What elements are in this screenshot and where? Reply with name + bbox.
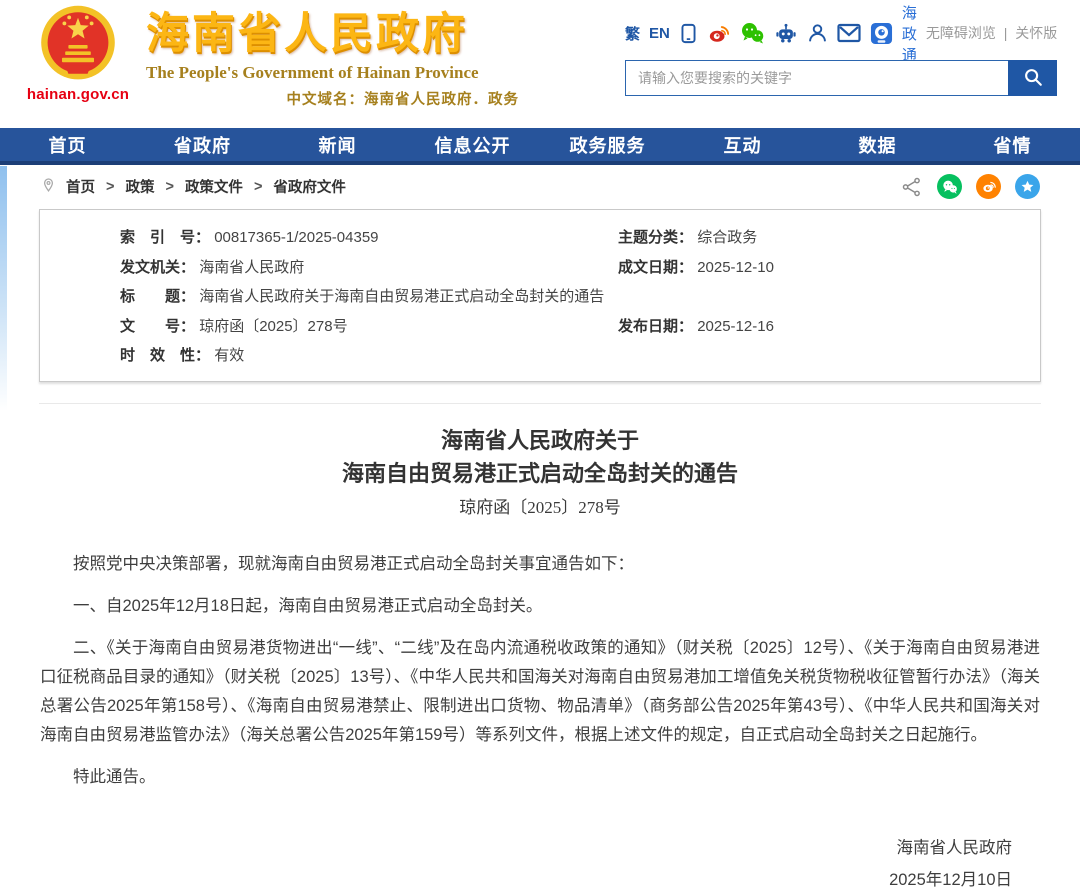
nav-item-gov-services[interactable]: 政务服务 (540, 132, 675, 158)
meta-label: 标 题： (120, 288, 196, 305)
accessibility-browse-link[interactable]: 无障碍浏览 (926, 25, 996, 41)
site-title-block: 海南省人民政府 The People's Government of Haina… (146, 10, 521, 109)
qzone-share-icon[interactable] (1015, 174, 1040, 199)
meta-label: 主题分类： (618, 229, 694, 246)
meta-label: 发布日期： (618, 317, 694, 335)
breadcrumb-item-policy[interactable]: 政策 (125, 176, 154, 197)
signature-date: 2025年12月10日 (889, 870, 1012, 889)
meta-value: 琼府函〔2025〕278号 (199, 317, 348, 335)
document-paragraph: 一、自2025年12月18日起，海南自由贸易港正式启动全岛封关。 (73, 596, 543, 615)
nav-item-data[interactable]: 数据 (810, 132, 945, 158)
mail-icon[interactable] (837, 23, 861, 43)
document-paragraph: 二、《关于海南自由贸易港货物进出“一线”、“二线”及在岛内流通税收政策的通知》（… (40, 638, 1040, 744)
document-number: 琼府函〔2025〕278号 (459, 497, 621, 517)
site-title: 海南省人民政府 (146, 10, 468, 58)
main-nav: 首页 省政府 新闻 信息公开 政务服务 互动 数据 省情 (0, 128, 1080, 165)
nav-item-home[interactable]: 首页 (0, 132, 135, 158)
meta-label: 文 号： (120, 317, 196, 335)
breadcrumb: 首页 > 政策 > 政策文件 > 省政府文件 (40, 175, 346, 198)
document-title-line2: 海南自由贸易港正式启动全岛封关的通告 (341, 460, 738, 486)
breadcrumb-separator: > (165, 178, 174, 195)
nav-item-provincial-gov[interactable]: 省政府 (135, 132, 270, 158)
meta-label: 时 效 性： (120, 347, 211, 364)
breadcrumb-bar: 首页 > 政策 > 政策文件 > 省政府文件 (0, 165, 1080, 208)
accessibility-links: 无障碍浏览 | 关怀版 (926, 23, 1057, 43)
location-pin-icon (40, 175, 57, 198)
haizhengtong-app-icon[interactable] (870, 22, 893, 45)
weibo-icon[interactable] (707, 22, 731, 44)
mobile-icon[interactable] (679, 22, 698, 45)
section-divider (39, 402, 1041, 404)
search-button[interactable] (1008, 60, 1057, 96)
meta-value: 有效 (214, 347, 245, 364)
wechat-share-icon[interactable] (937, 174, 962, 199)
document-paragraph: 特此通告。 (73, 767, 156, 786)
meta-value: 综合政务 (697, 229, 758, 246)
meta-value: 00817365-1/2025-04359 (214, 229, 379, 246)
quick-links-row: 繁 EN 海政通 无障碍浏览 | 关怀版 (625, 5, 1057, 64)
document-header: 海南省人民政府关于 海南自由贸易港正式启动全岛封关的通告 琼府函〔2025〕27… (0, 424, 1080, 523)
signature-issuer: 海南省人民政府 (896, 838, 1013, 857)
national-emblem-icon (22, 5, 134, 85)
logo-domain-text: hainan.gov.cn (26, 86, 130, 103)
document-meta-table: 索 引 号： 00817365-1/2025-04359 主题分类： 综合政务 … (39, 209, 1041, 382)
meta-value: 海南省人民政府 (199, 258, 305, 276)
nav-item-province-profile[interactable]: 省情 (945, 132, 1080, 158)
nav-item-info-disclosure[interactable]: 信息公开 (405, 132, 540, 158)
document-signature: 海南省人民政府 2025年12月10日 (40, 832, 1040, 896)
site-chinese-domain: 中文域名：海南省人民政府．政务 (286, 92, 519, 109)
site-header: hainan.gov.cn 海南省人民政府 The People's Gover… (0, 0, 1080, 128)
meta-row-doc-number: 文 号： 琼府函〔2025〕278号 发布日期： 2025-12-16 (40, 312, 1040, 342)
document-title-line1: 海南省人民政府关于 (440, 427, 639, 453)
breadcrumb-item-provincial-files[interactable]: 省政府文件 (273, 176, 346, 197)
wechat-icon[interactable] (740, 22, 765, 44)
search-bar (625, 60, 1057, 96)
meta-value: 2025-12-10 (697, 258, 774, 276)
meta-row-issuing-agency: 发文机关： 海南省人民政府 成文日期： 2025-12-10 (40, 253, 1040, 283)
accessibility-separator: | (1003, 25, 1008, 41)
meta-row-validity: 时 效 性： 有效 (40, 341, 1040, 371)
meta-value: 2025-12-16 (697, 317, 774, 335)
site-subtitle-en: The People's Government of Hainan Provin… (146, 63, 479, 83)
meta-value: 海南省人民政府关于海南自由贸易港正式启动全岛封关的通告 (199, 288, 605, 305)
left-gradient-strip (0, 166, 7, 411)
user-icon[interactable] (807, 22, 828, 44)
header-right-panel: 繁 EN 海政通 无障碍浏览 | 关怀版 请输入您要搜索的关键字 (625, 5, 1057, 96)
meta-row-index-number: 索 引 号： 00817365-1/2025-04359 主题分类： 综合政务 (40, 223, 1040, 253)
breadcrumb-item-policy-files[interactable]: 政策文件 (185, 176, 243, 197)
nav-item-interaction[interactable]: 互动 (675, 132, 810, 158)
document-paragraph: 按照党中央决策部署，现就海南自由贸易港正式启动全岛封关事宜通告如下： (73, 554, 634, 573)
search-icon (1022, 66, 1044, 91)
breadcrumb-separator: > (253, 178, 263, 195)
weibo-share-icon[interactable] (976, 174, 1001, 199)
traditional-chinese-toggle[interactable]: 繁 (625, 23, 640, 44)
meta-label: 成文日期： (618, 258, 694, 276)
document-body: 按照党中央决策部署，现就海南自由贸易港正式启动全岛封关事宜通告如下： 一、自20… (40, 550, 1040, 896)
meta-label: 索 引 号： (120, 229, 211, 246)
site-logo[interactable]: hainan.gov.cn (22, 5, 134, 103)
breadcrumb-separator: > (106, 178, 115, 195)
nav-item-news[interactable]: 新闻 (270, 132, 405, 158)
meta-label: 发文机关： (120, 258, 196, 276)
share-toolbar (901, 174, 1040, 199)
search-input[interactable] (625, 60, 1008, 96)
robot-icon[interactable] (774, 22, 798, 44)
breadcrumb-item-home[interactable]: 首页 (66, 176, 95, 197)
share-icon[interactable] (901, 176, 923, 198)
haizhengtong-label[interactable]: 海政通 (902, 2, 917, 65)
care-edition-link[interactable]: 关怀版 (1015, 25, 1057, 41)
meta-row-title: 标 题： 海南省人民政府关于海南自由贸易港正式启动全岛封关的通告 (40, 282, 1040, 312)
english-toggle[interactable]: EN (649, 25, 670, 42)
